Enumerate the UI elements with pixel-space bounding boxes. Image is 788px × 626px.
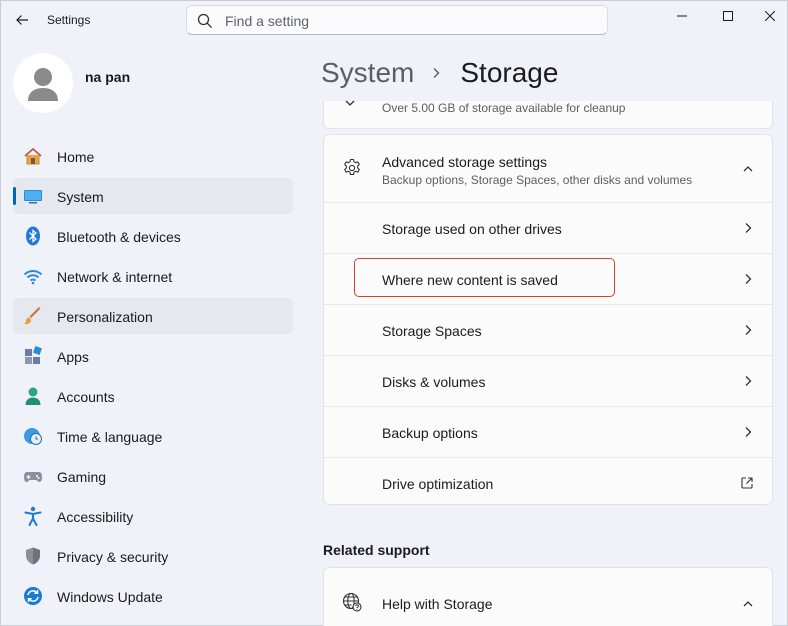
back-arrow-icon <box>16 15 28 25</box>
title-bar: Settings <box>1 1 788 39</box>
accessibility-icon <box>24 506 42 526</box>
gamepad-icon <box>24 472 42 482</box>
sidebar-item-label: Home <box>57 149 95 165</box>
advanced-storage-settings-header[interactable]: Advanced storage settings Backup options… <box>324 135 772 202</box>
sidebar-item-label: Bluetooth & devices <box>57 229 181 245</box>
chevron-down-icon <box>345 100 355 106</box>
sidebar-item-accounts[interactable]: Accounts <box>13 378 293 414</box>
avatar[interactable] <box>13 53 73 113</box>
row-label: Where new content is saved <box>382 272 558 288</box>
shield-icon <box>26 547 40 565</box>
close-icon <box>765 11 775 21</box>
sidebar-item-label: Accounts <box>57 389 115 405</box>
sidebar-item-apps[interactable]: Apps <box>13 338 293 374</box>
user-avatar-icon <box>28 68 58 101</box>
row-label: Storage used on other drives <box>382 221 562 237</box>
storage-used-on-other-drives-row[interactable]: Storage used on other drives <box>324 202 772 253</box>
sidebar-item-label: Personalization <box>57 309 153 325</box>
home-icon <box>24 147 42 165</box>
sidebar-item-label: System <box>57 189 104 205</box>
clock-globe-icon <box>24 428 42 445</box>
sidebar-item-label: Apps <box>57 349 89 365</box>
wifi-icon <box>23 270 43 285</box>
chevron-up-icon <box>743 166 753 172</box>
page-title: Storage <box>460 57 559 88</box>
sidebar-item-personalization[interactable]: Personalization <box>13 298 293 334</box>
cleanup-description: Over 5.00 GB of storage available for cl… <box>382 101 626 115</box>
update-icon <box>24 587 42 605</box>
chevron-right-icon <box>745 223 752 233</box>
chevron-right-icon <box>745 274 752 284</box>
sidebar-item-time-language[interactable]: Time & language <box>13 418 293 454</box>
back-button[interactable] <box>9 7 35 33</box>
breadcrumb-parent[interactable]: System <box>321 57 414 89</box>
row-label: Drive optimization <box>382 476 494 492</box>
where-new-content-is-saved-row[interactable]: Where new content is saved <box>324 253 772 304</box>
search-icon <box>197 13 212 28</box>
gear-icon <box>344 158 360 176</box>
settings-window: Settings na pan <box>0 0 788 626</box>
row-label: Disks & volumes <box>382 374 486 390</box>
help-with-storage-card[interactable]: Help with Storage <box>323 567 773 626</box>
chevron-up-icon <box>743 601 753 607</box>
sidebar-nav: Home System Bluetooth & devices Network … <box>13 138 293 618</box>
row-label: Backup options <box>382 425 478 441</box>
breadcrumb: System Storage <box>321 53 558 93</box>
advanced-storage-title: Advanced storage settings <box>382 154 547 170</box>
close-button[interactable] <box>747 1 788 31</box>
sidebar-item-network[interactable]: Network & internet <box>13 258 293 294</box>
sidebar-item-windows-update[interactable]: Windows Update <box>13 578 293 614</box>
apps-icon <box>25 346 42 364</box>
sidebar-item-gaming[interactable]: Gaming <box>13 458 293 494</box>
external-link-icon <box>741 477 753 489</box>
drive-optimization-row[interactable]: Drive optimization <box>324 457 772 505</box>
sidebar-item-label: Network & internet <box>57 269 173 285</box>
sidebar-item-home[interactable]: Home <box>13 138 293 174</box>
sidebar-item-label: Time & language <box>57 429 163 445</box>
sidebar-item-label: Gaming <box>57 469 107 485</box>
disks-volumes-row[interactable]: Disks & volumes <box>324 355 772 406</box>
user-name: na pan <box>85 69 131 85</box>
advanced-storage-settings-card: Advanced storage settings Backup options… <box>323 134 773 505</box>
search-input[interactable] <box>225 11 595 31</box>
sidebar-item-system[interactable]: System <box>13 178 293 214</box>
search-box[interactable] <box>186 5 608 35</box>
chevron-right-icon <box>745 325 752 335</box>
app-title: Settings <box>47 13 91 27</box>
cleanup-recommendations-card[interactable]: Over 5.00 GB of storage available for cl… <box>323 100 773 129</box>
chevron-right-icon <box>745 376 752 386</box>
system-icon <box>24 190 42 204</box>
chevron-right-icon <box>745 427 752 437</box>
sidebar-item-accessibility[interactable]: Accessibility <box>13 498 293 534</box>
accounts-icon <box>25 387 41 405</box>
maximize-icon <box>723 11 733 21</box>
globe-help-icon <box>342 592 362 612</box>
minimize-button[interactable] <box>659 1 705 31</box>
sidebar-item-label: Privacy & security <box>57 549 169 565</box>
sidebar-item-bluetooth[interactable]: Bluetooth & devices <box>13 218 293 254</box>
maximize-button[interactable] <box>705 1 751 31</box>
breadcrumb-separator <box>430 66 444 80</box>
help-with-storage-title: Help with Storage <box>382 596 493 612</box>
bluetooth-icon <box>26 226 40 246</box>
sidebar-item-label: Accessibility <box>57 509 134 525</box>
sidebar-item-privacy-security[interactable]: Privacy & security <box>13 538 293 574</box>
sidebar-item-label: Windows Update <box>57 589 163 605</box>
minimize-icon <box>677 15 687 17</box>
backup-options-row[interactable]: Backup options <box>324 406 772 457</box>
storage-spaces-row[interactable]: Storage Spaces <box>324 304 772 355</box>
chevron-right-icon <box>433 68 440 78</box>
advanced-storage-subtitle: Backup options, Storage Spaces, other di… <box>382 173 693 187</box>
related-support-heading: Related support <box>323 542 430 558</box>
row-label: Storage Spaces <box>382 323 482 339</box>
brush-icon <box>24 307 41 325</box>
